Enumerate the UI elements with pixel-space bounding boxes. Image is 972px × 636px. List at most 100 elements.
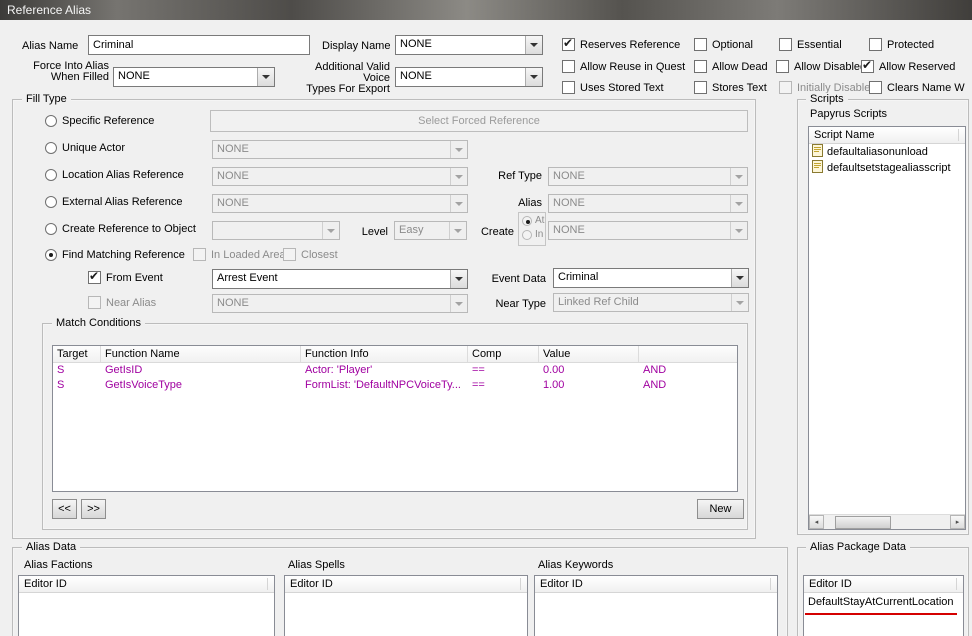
location-alias-reference-radio[interactable]: Location Alias Reference [45, 169, 184, 181]
column-header-value[interactable]: Value [539, 346, 639, 362]
header-divider[interactable] [958, 129, 959, 141]
horizontal-scrollbar[interactable]: ◂ ▸ [809, 514, 965, 529]
unique-actor-radio[interactable]: Unique Actor [45, 142, 125, 154]
chevron-down-icon [262, 75, 270, 79]
checkbox-box [88, 269, 101, 284]
conditions-prev-button[interactable]: << [52, 499, 77, 519]
conditions-table[interactable]: Target Function Name Function Info Comp … [52, 345, 738, 492]
column-header-editor-id: Editor ID [290, 578, 333, 590]
allow-dead-checkbox[interactable]: Allow Dead [694, 60, 768, 73]
titlebar[interactable]: Reference Alias [0, 0, 972, 20]
find-matching-reference-radio[interactable]: Find Matching Reference [45, 249, 185, 261]
keywords-list-header[interactable]: Editor ID [535, 576, 777, 593]
button-label: Select Forced Reference [418, 115, 540, 127]
radio-label: Find Matching Reference [62, 249, 185, 261]
from-event-combo[interactable]: Arrest Event [212, 269, 468, 289]
display-name-combo[interactable]: NONE [395, 35, 543, 55]
voice-types-line1: Additional Valid Voice [314, 61, 390, 84]
near-alias-checkbox: Near Alias [88, 296, 156, 309]
combo-dropdown-button[interactable] [525, 36, 542, 54]
header-divider[interactable] [520, 578, 521, 590]
near-type-label: Near Type [495, 298, 546, 310]
from-event-checkbox[interactable]: From Event [88, 269, 163, 284]
column-header-function-info[interactable]: Function Info [301, 346, 468, 362]
combo-dropdown-button[interactable] [257, 68, 274, 86]
alias-package-data-list[interactable]: Editor ID DefaultStayAtCurrentLocation [803, 575, 964, 636]
header-divider[interactable] [956, 578, 957, 590]
condition-row[interactable]: S GetIsVoiceType FormList: 'DefaultNPCVo… [53, 378, 737, 393]
alias-name-input[interactable] [88, 35, 310, 55]
voice-types-combo[interactable]: NONE [395, 67, 543, 87]
combo-dropdown-button [731, 294, 748, 311]
column-header-function-name[interactable]: Function Name [101, 346, 301, 362]
allow-reserved-checkbox[interactable]: Allow Reserved [861, 58, 955, 73]
clears-name-checkbox[interactable]: Clears Name W [869, 81, 965, 94]
combo-value: Criminal [558, 271, 599, 283]
checkbox-box [776, 60, 789, 73]
alias-keywords-list[interactable]: Editor ID [534, 575, 778, 636]
scrollbar-thumb[interactable] [835, 516, 891, 529]
column-header-blank[interactable] [639, 346, 737, 362]
condition-row[interactable]: S GetIsID Actor: 'Player' == 0.00 AND [53, 363, 737, 378]
combo-value: NONE [553, 170, 585, 182]
protected-checkbox[interactable]: Protected [869, 38, 934, 51]
optional-checkbox[interactable]: Optional [694, 38, 753, 51]
checkbox-box [88, 296, 101, 309]
combo-dropdown-button [322, 222, 339, 239]
cell-function-info: Actor: 'Player' [305, 364, 373, 376]
specific-reference-radio[interactable]: Specific Reference [45, 115, 154, 127]
allow-disabled-checkbox[interactable]: Allow Disabled [776, 60, 866, 73]
create-reference-object-combo [212, 221, 340, 240]
header-divider[interactable] [267, 578, 268, 590]
package-list-item[interactable]: DefaultStayAtCurrentLocation [804, 593, 963, 608]
allow-reuse-in-quest-checkbox[interactable]: Allow Reuse in Quest [562, 60, 685, 73]
conditions-next-button[interactable]: >> [81, 499, 106, 519]
scroll-right-button[interactable]: ▸ [950, 515, 965, 529]
essential-checkbox[interactable]: Essential [779, 38, 842, 51]
papyrus-scripts-list[interactable]: Script Name defaultaliasonunload default… [808, 126, 966, 530]
alias-factions-list[interactable]: Editor ID [18, 575, 275, 636]
chevron-down-icon [736, 276, 744, 280]
radio-label: Unique Actor [62, 142, 125, 154]
reserves-reference-checkbox[interactable]: Reserves Reference [562, 36, 680, 51]
checkbox-box [694, 81, 707, 94]
script-icon [812, 160, 823, 176]
checkbox-box [193, 248, 206, 261]
combo-dropdown-button[interactable] [731, 269, 748, 287]
radio-circle [522, 215, 532, 226]
force-into-alias-combo[interactable]: NONE [113, 67, 275, 87]
combo-dropdown-button[interactable] [450, 270, 467, 288]
script-list-item[interactable]: defaultsetstagealiasscript [809, 160, 965, 176]
checkbox-label: Clears Name W [887, 81, 965, 94]
column-header-comp[interactable]: Comp [468, 346, 539, 362]
chevron-down-icon [735, 228, 743, 233]
create-in-radio: In [522, 229, 543, 240]
button-label: >> [87, 503, 100, 515]
event-data-combo[interactable]: Criminal [553, 268, 749, 288]
combo-value: NONE [400, 38, 432, 50]
scroll-left-button[interactable]: ◂ [809, 515, 824, 529]
script-list-header[interactable]: Script Name [809, 127, 965, 144]
script-list-item[interactable]: defaultaliasonunload [809, 144, 965, 160]
factions-list-header[interactable]: Editor ID [19, 576, 274, 593]
combo-dropdown-button[interactable] [525, 68, 542, 86]
column-header-target[interactable]: Target [53, 346, 101, 362]
package-list-header[interactable]: Editor ID [804, 576, 963, 593]
uses-stored-text-checkbox[interactable]: Uses Stored Text [562, 81, 664, 94]
stores-text-checkbox[interactable]: Stores Text [694, 81, 767, 94]
event-data-label: Event Data [491, 273, 546, 285]
external-alias-reference-radio[interactable]: External Alias Reference [45, 196, 182, 208]
new-condition-button[interactable]: New [697, 499, 744, 519]
spells-list-header[interactable]: Editor ID [285, 576, 527, 593]
papyrus-scripts-label: Papyrus Scripts [810, 108, 888, 120]
combo-value: Easy [399, 224, 424, 236]
alias-spells-list[interactable]: Editor ID [284, 575, 528, 636]
alias-name-label: Alias Name [22, 40, 79, 52]
chevron-down-icon [530, 75, 538, 79]
header-divider[interactable] [770, 578, 771, 590]
combo-dropdown-button [730, 222, 747, 239]
create-reference-to-object-radio[interactable]: Create Reference to Object [45, 223, 196, 235]
combo-value [213, 222, 322, 239]
voice-types-line2: Types For Export [306, 83, 390, 95]
column-header-editor-id: Editor ID [24, 578, 67, 590]
